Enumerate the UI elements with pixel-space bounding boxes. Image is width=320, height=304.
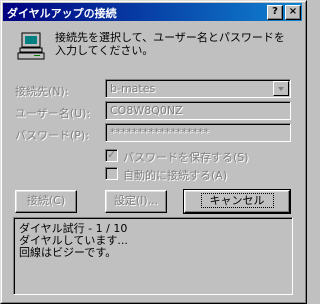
settings-button[interactable]: 設定(I)... xyxy=(105,190,167,213)
save-password-label[interactable]: パスワードを保存する(S) xyxy=(123,149,249,165)
title-bar[interactable]: ダイヤルアップの接続 ? × xyxy=(3,3,302,21)
password-field[interactable]: ****************** xyxy=(105,123,291,142)
intro-text: 接続先を選択して、ユーザー名とパスワードを入力してください。 xyxy=(55,31,285,57)
close-button[interactable]: × xyxy=(285,5,301,20)
dialup-dialog: ダイヤルアップの接続 ? × 接続先を選択して、ユーザー名とパスワードを入力して… xyxy=(0,0,307,304)
save-password-checkbox[interactable] xyxy=(105,148,118,162)
chevron-down-icon[interactable] xyxy=(273,81,289,96)
status-log: ダイヤル試行 - 1 / 10 ダイヤルしています... 回線はビジーです。 xyxy=(13,217,293,295)
status-line: 回線はビジーです。 xyxy=(19,246,117,259)
connect-to-label: 接続先(N): xyxy=(15,85,69,98)
connect-to-combobox[interactable]: b-mates xyxy=(105,79,291,98)
password-label: パスワード(P): xyxy=(15,129,89,142)
help-button[interactable]: ? xyxy=(267,5,283,20)
window-title: ダイヤルアップの接続 xyxy=(7,7,117,20)
cancel-button[interactable]: キャンセル xyxy=(183,189,291,214)
auto-connect-checkbox[interactable] xyxy=(105,167,118,180)
connect-button[interactable]: 接続(C) xyxy=(15,190,77,213)
connect-to-value: b-mates xyxy=(110,82,156,95)
computer-icon xyxy=(17,31,45,61)
cancel-button-label: キャンセル xyxy=(200,193,274,208)
auto-connect-label[interactable]: 自動的に接続する(A) xyxy=(123,167,227,183)
username-label: ユーザー名(U): xyxy=(15,107,91,120)
username-field[interactable]: CO8W8Q0NZ xyxy=(105,101,291,120)
